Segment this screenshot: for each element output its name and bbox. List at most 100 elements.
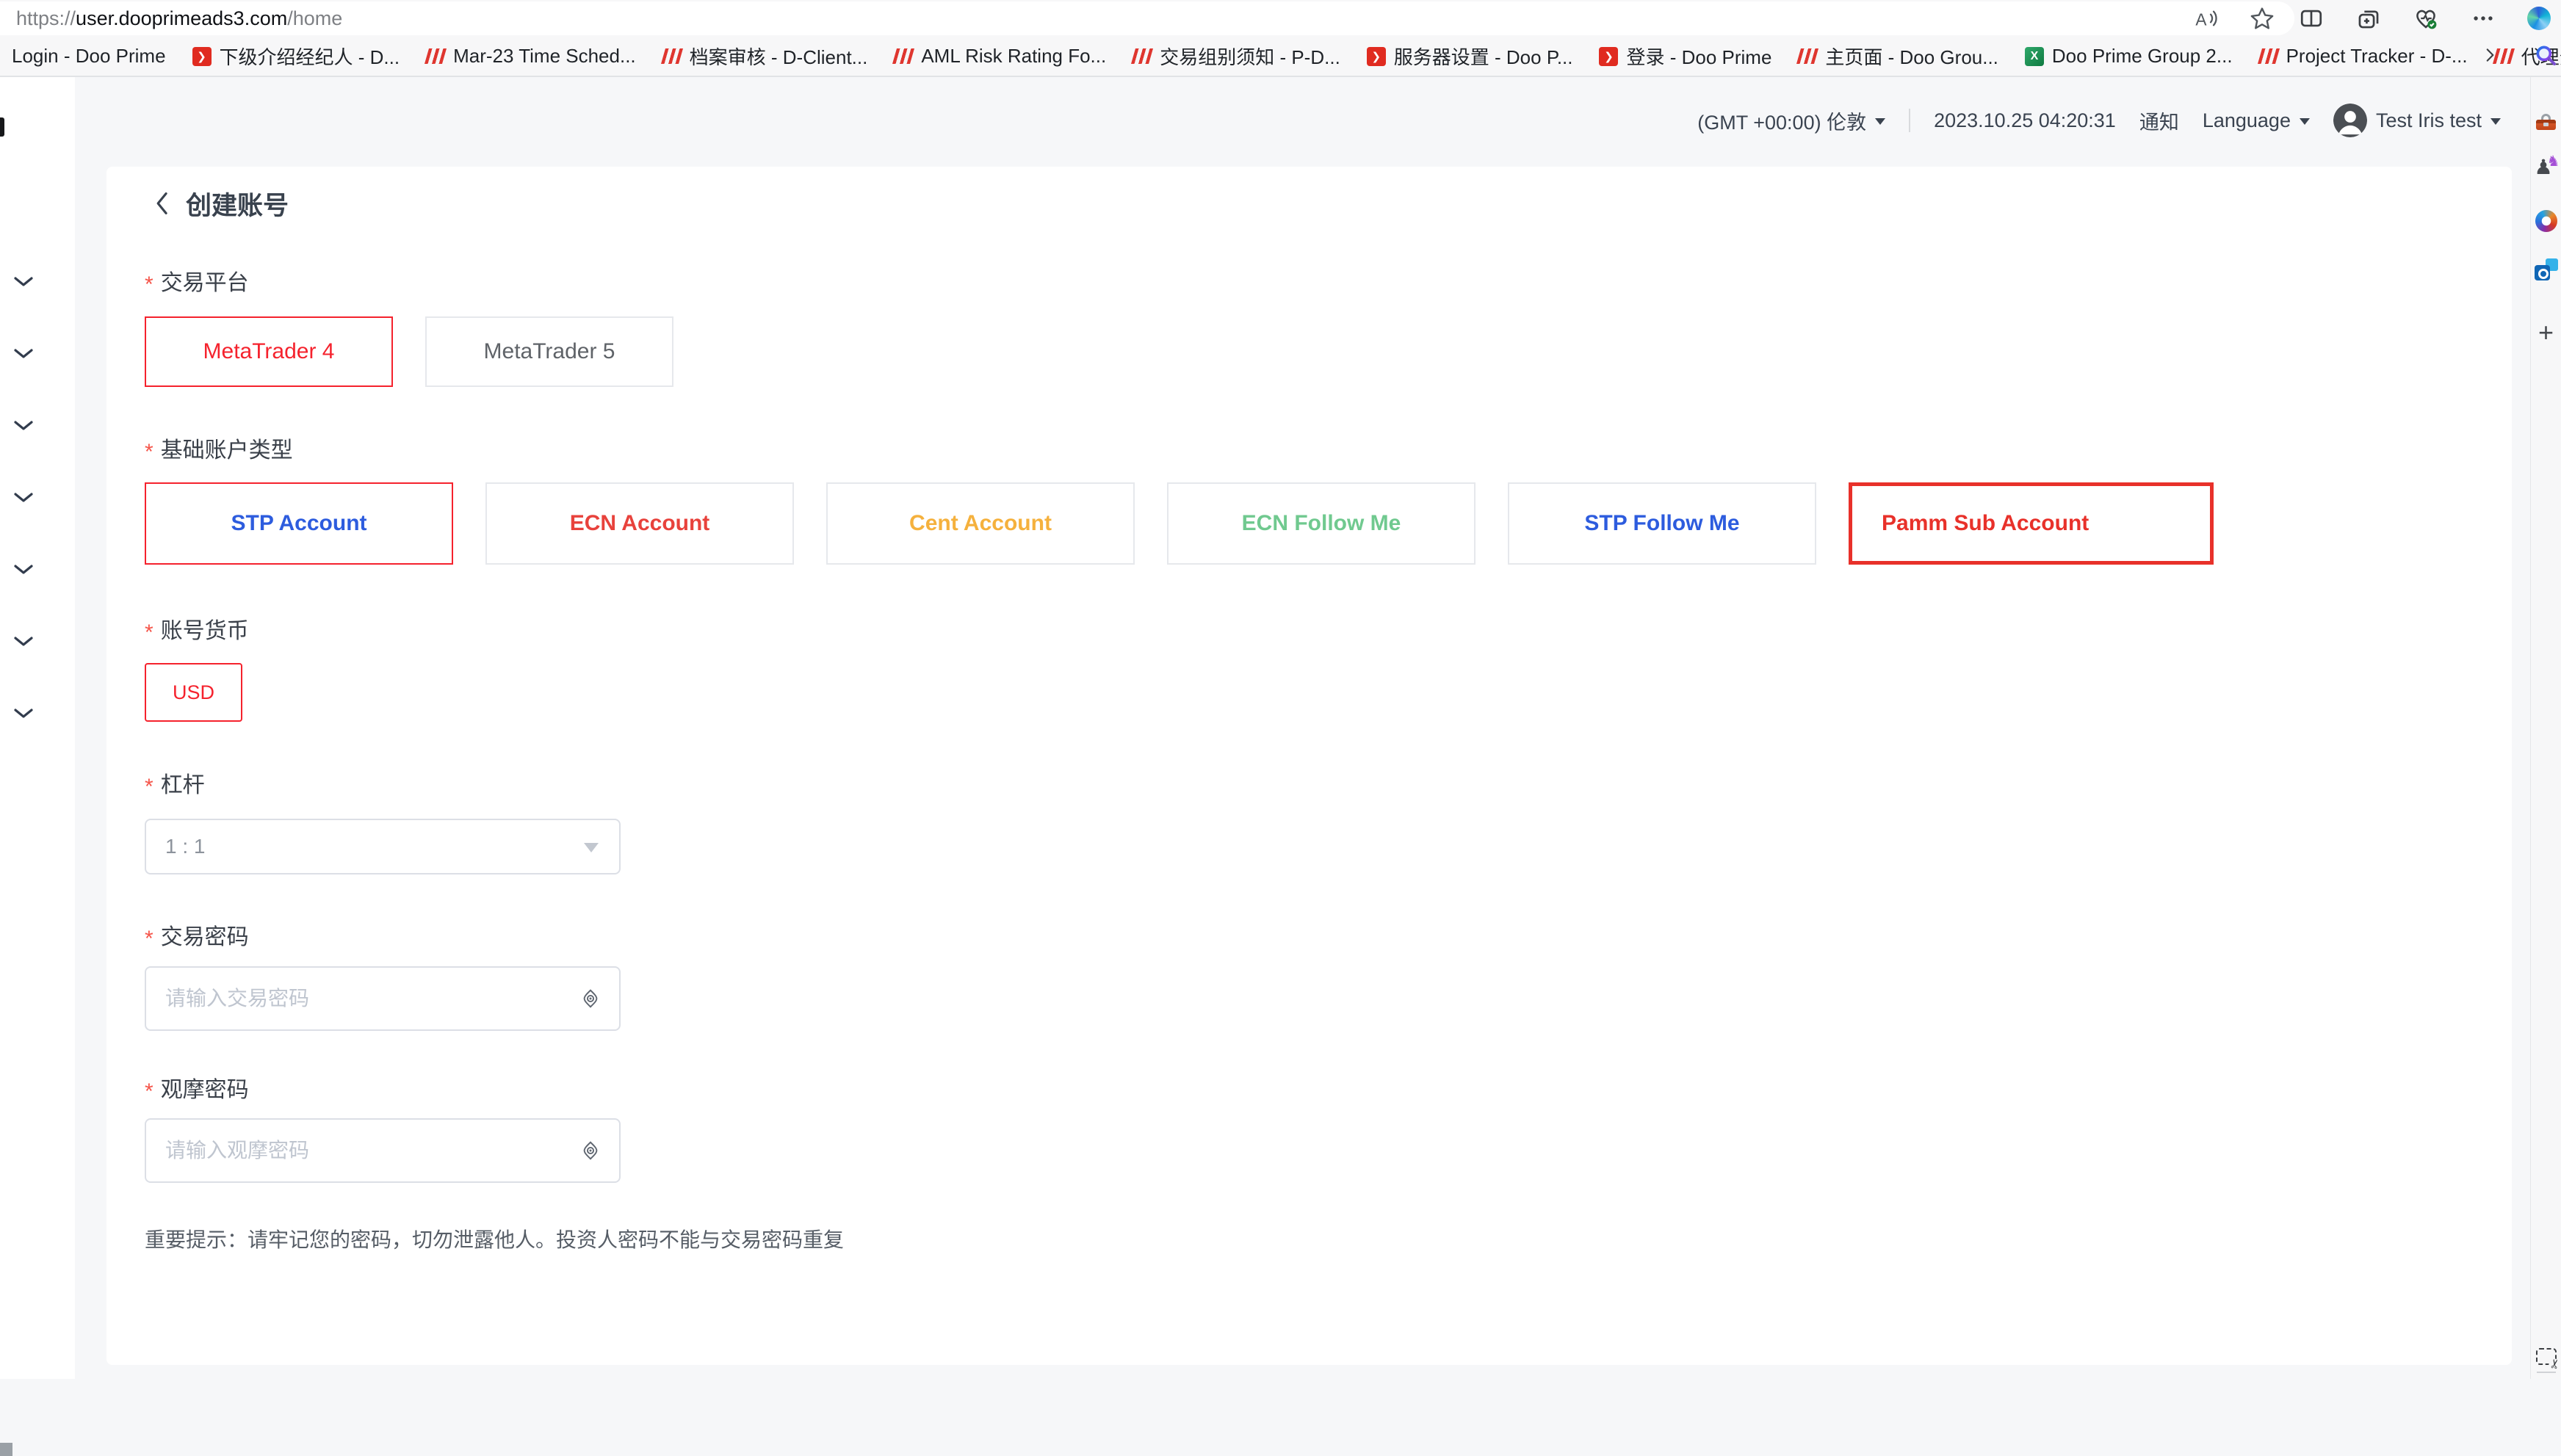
toolbox-icon[interactable] <box>2535 111 2558 134</box>
bookmark-label: 档案审核 - D-Client... <box>690 43 868 70</box>
bookmark-item[interactable]: 服务器设置 - Doo P... <box>1367 43 1573 70</box>
datetime-label: 2023.10.25 04:20:31 <box>1934 109 2116 132</box>
microsoft-365-icon[interactable] <box>2535 209 2558 233</box>
datetime-display: 2023.10.25 04:20:31 <box>1934 109 2116 132</box>
bookmark-label: Mar-23 Time Sched... <box>453 45 636 68</box>
account-type-option[interactable]: ECN Follow Me <box>1167 482 1475 565</box>
user-menu[interactable]: Test Iris test <box>2333 104 2501 137</box>
sidebar-collapsed-item[interactable] <box>13 492 34 504</box>
trade-password-input[interactable] <box>145 966 621 1031</box>
account-type-option-label: ECN Follow Me <box>1242 511 1401 536</box>
bookmark-label: 登录 - Doo Prime <box>1626 43 1771 70</box>
bookmark-icon <box>192 47 212 66</box>
bookmark-item[interactable]: Doo Prime Group 2... <box>2025 45 2233 68</box>
currency-option[interactable]: USD <box>145 663 242 722</box>
leverage-label: * 杠杆 <box>145 770 2512 801</box>
page-url: https://user.dooprimeads3.com/home <box>16 7 342 30</box>
language-label: Language <box>2203 109 2291 132</box>
browser-chrome: https://user.dooprimeads3.com/home A <box>0 0 2561 77</box>
split-screen-icon[interactable] <box>2298 5 2325 32</box>
bookmark-item[interactable]: 档案审核 - D-Client... <box>662 43 868 70</box>
notifications-link[interactable]: 通知 <box>2139 106 2179 135</box>
account-type-option[interactable]: Cent Account <box>826 482 1135 565</box>
read-aloud-icon[interactable]: A <box>2193 5 2219 32</box>
back-button[interactable] <box>152 191 171 216</box>
account-type-option-label: ECN Account <box>570 511 710 536</box>
platform-option[interactable]: MetaTrader 5 <box>425 316 673 387</box>
bookmark-icon <box>1599 47 1618 66</box>
account-type-options: STP Account ECN Account Cent Account ECN… <box>145 482 2512 565</box>
bookmark-item[interactable]: 主页面 - Doo Grou... <box>1798 43 1998 70</box>
bookmark-label: Project Tracker - D-... <box>2286 45 2468 68</box>
window-corner-fragment <box>0 1443 12 1456</box>
currency-options: USD <box>145 663 2512 722</box>
bookmarks-list: Login - Doo Prime 下级介绍经纪人 - D... Mar-23 … <box>12 43 2561 70</box>
copilot-icon[interactable] <box>2527 7 2551 30</box>
bookmark-icon <box>1367 47 1386 66</box>
sidebar-search-icon[interactable] <box>2533 43 2558 71</box>
language-selector[interactable]: Language <box>2203 109 2310 132</box>
address-bar[interactable]: https://user.dooprimeads3.com/home A <box>0 1 2294 35</box>
bookmark-icon <box>662 47 682 66</box>
bookmark-label: AML Risk Rating Fo... <box>921 45 1106 68</box>
platform-option[interactable]: MetaTrader 4 <box>145 316 393 387</box>
bookmark-icon <box>894 47 913 66</box>
sidebar-collapsed-item[interactable] <box>13 708 34 720</box>
header-divider <box>1909 109 1910 132</box>
platform-options: MetaTrader 4 MetaTrader 5 <box>145 316 2512 387</box>
sidebar-collapsed-item[interactable] <box>13 564 34 576</box>
sidebar-collapsed-item[interactable] <box>13 636 34 648</box>
outlook-icon[interactable] <box>2535 258 2558 281</box>
collections-icon[interactable] <box>2355 5 2382 32</box>
chevron-down-icon <box>584 843 599 860</box>
favorite-star-icon[interactable] <box>2249 5 2275 32</box>
bookmarks-overflow-icon[interactable] <box>2480 44 2499 70</box>
edge-sidebar: ♞♟ + ✂ <box>2530 77 2561 1379</box>
required-mark: * <box>145 268 153 302</box>
leverage-select[interactable]: 1 : 1 <box>145 819 621 874</box>
required-mark: * <box>145 1075 153 1109</box>
username-label: Test Iris test <box>2376 109 2482 132</box>
bookmark-item[interactable]: Mar-23 Time Sched... <box>426 45 636 68</box>
bookmark-item[interactable]: Login - Doo Prime <box>12 45 166 68</box>
account-type-option-label: Pamm Sub Account <box>1882 511 2089 536</box>
show-password-icon[interactable] <box>579 988 602 1010</box>
account-type-option[interactable]: ECN Account <box>485 482 794 565</box>
bookmark-label: 交易组别须知 - P-D... <box>1160 43 1340 70</box>
account-type-option[interactable]: Pamm Sub Account <box>1849 482 2214 565</box>
add-sidebar-item-icon[interactable]: + <box>2535 321 2558 344</box>
account-type-option[interactable]: STP Follow Me <box>1508 482 1816 565</box>
account-type-option[interactable]: STP Account <box>145 482 453 565</box>
settings-more-icon[interactable] <box>2470 5 2496 32</box>
bookmark-icon <box>2025 47 2044 66</box>
games-icon[interactable]: ♞♟ <box>2535 156 2558 180</box>
bookmark-item[interactable]: 登录 - Doo Prime <box>1599 43 1771 70</box>
bookmark-item[interactable]: 下级介绍经纪人 - D... <box>192 43 400 70</box>
create-account-card: 创建账号 * 交易平台 MetaTrader 4 MetaTrader 5 * … <box>106 167 2512 1365</box>
clipped-glyph <box>0 117 4 137</box>
bookmark-icon <box>1133 47 1152 66</box>
sidebar-collapsed-item[interactable] <box>13 420 34 432</box>
sidebar-collapsed-item[interactable] <box>13 348 34 360</box>
bookmark-item[interactable]: Project Tracker - D-... <box>2259 45 2468 68</box>
timezone-selector[interactable]: (GMT +00:00) 伦敦 <box>1697 106 1885 135</box>
bookmark-item[interactable]: 交易组别须知 - P-D... <box>1133 43 1340 70</box>
platform-option-label: MetaTrader 5 <box>484 339 615 364</box>
view-password-input[interactable] <box>145 1118 621 1183</box>
account-type-option-label: Cent Account <box>909 511 1052 536</box>
snip-screenshot-icon[interactable]: ✂ <box>2535 1344 2558 1368</box>
show-password-icon[interactable] <box>579 1140 602 1162</box>
browser-essentials-icon[interactable] <box>2413 5 2439 32</box>
bookmark-item[interactable]: AML Risk Rating Fo... <box>894 45 1106 68</box>
trade-password-label: * 交易密码 <box>145 922 2512 953</box>
required-mark: * <box>145 922 153 956</box>
url-path: /home <box>287 7 342 29</box>
site-header: (GMT +00:00) 伦敦 2023.10.25 04:20:31 通知 L… <box>75 77 2530 164</box>
bookmark-label: 主页面 - Doo Grou... <box>1825 43 1998 70</box>
account-type-label: * 基础账户类型 <box>145 435 2512 466</box>
leverage-value: 1 : 1 <box>165 835 205 858</box>
avatar <box>2333 104 2367 137</box>
sidebar-collapsed-item[interactable] <box>13 276 34 288</box>
bookmarks-bar: Login - Doo Prime 下级介绍经纪人 - D... Mar-23 … <box>0 37 2561 76</box>
address-bar-row: https://user.dooprimeads3.com/home A <box>0 0 2561 37</box>
